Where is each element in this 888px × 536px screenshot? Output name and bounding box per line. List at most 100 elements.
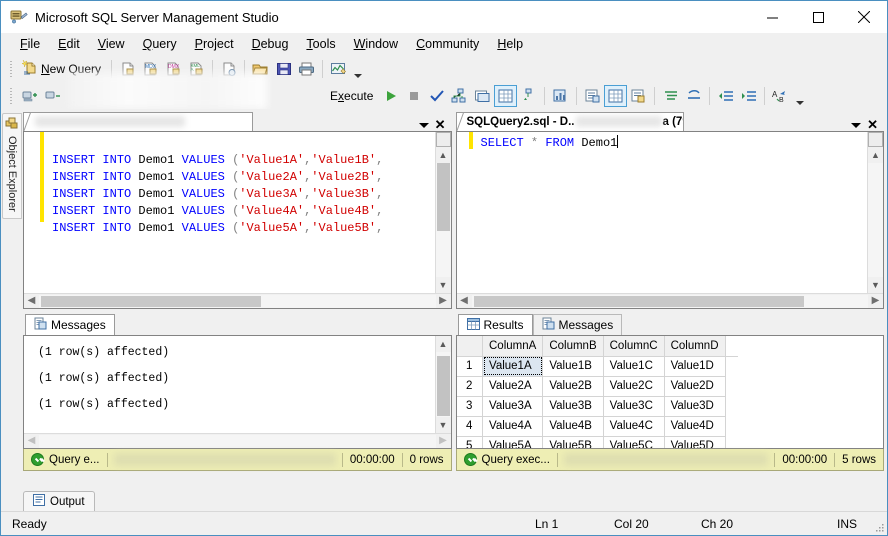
stop-button[interactable] xyxy=(402,85,425,107)
comment-lines-button[interactable] xyxy=(659,85,682,107)
column-header-d[interactable]: ColumnD xyxy=(663,336,726,357)
results-table[interactable]: ColumnA ColumnB ColumnC ColumnD 1 Value1… xyxy=(456,336,738,448)
tab-messages-right[interactable]: Messages xyxy=(532,314,623,335)
left-messages-vertical-scrollbar[interactable]: ▲ ▼ xyxy=(434,336,451,433)
resize-grip-icon[interactable] xyxy=(873,521,885,533)
table-row[interactable]: 5 Value5A Value5B Value5C Value5D xyxy=(456,435,738,448)
scroll-down-icon[interactable]: ▼ xyxy=(436,417,451,433)
tab-dropdown-icon[interactable] xyxy=(851,122,862,128)
cell-r5-columnd[interactable]: Value5D xyxy=(663,435,726,448)
cell-r3-columna[interactable]: Value3A xyxy=(481,395,544,417)
tab-close-icon[interactable]: ✕ xyxy=(867,118,878,131)
scroll-left-icon[interactable]: ◀ xyxy=(24,294,39,308)
table-row[interactable]: 1 Value1A Value1B Value1C Value1D xyxy=(456,355,738,377)
scroll-up-icon[interactable]: ▲ xyxy=(868,147,883,163)
cell-r4-columnb[interactable]: Value4B xyxy=(542,415,604,437)
results-to-text-button[interactable] xyxy=(581,85,604,107)
decrease-indent-button[interactable] xyxy=(714,85,737,107)
cell-r4-columna[interactable]: Value4A xyxy=(481,415,544,437)
scroll-down-icon[interactable]: ▼ xyxy=(868,277,883,293)
scroll-up-icon[interactable]: ▲ xyxy=(436,147,451,163)
left-messages-horizontal-scrollbar[interactable]: ◀ ▶ xyxy=(24,433,451,448)
results-to-file-button[interactable] xyxy=(627,85,650,107)
menu-file[interactable]: File xyxy=(11,35,49,53)
available-databases-combo[interactable] xyxy=(67,72,267,109)
menu-tools[interactable]: Tools xyxy=(297,35,344,53)
row-number[interactable]: 1 xyxy=(456,355,483,377)
right-vscroll-track[interactable] xyxy=(868,163,883,277)
column-header-b[interactable]: ColumnB xyxy=(542,336,604,357)
left-msg-hscroll-track[interactable] xyxy=(39,434,436,448)
minimize-button[interactable] xyxy=(749,1,795,33)
save-button[interactable] xyxy=(272,58,295,80)
right-hscroll-track[interactable] xyxy=(471,294,868,308)
left-document-tab[interactable] xyxy=(23,112,253,131)
left-vscroll-thumb[interactable] xyxy=(436,163,450,231)
cell-r3-columnb[interactable]: Value3B xyxy=(542,395,604,417)
right-document-tab[interactable]: SQLQuery2.sql - D.. a (79))* xyxy=(455,112,684,131)
maximize-button[interactable] xyxy=(795,1,841,33)
cell-r3-columnc[interactable]: Value3C xyxy=(602,395,665,417)
row-number[interactable]: 2 xyxy=(456,375,483,397)
left-hscroll-track[interactable] xyxy=(39,294,436,308)
results-grid[interactable]: ColumnA ColumnB ColumnC ColumnD 1 Value1… xyxy=(456,336,883,448)
activity-monitor-button[interactable] xyxy=(327,58,350,80)
menu-community[interactable]: Community xyxy=(407,35,488,53)
close-button[interactable] xyxy=(841,1,887,33)
menu-view[interactable]: View xyxy=(89,35,134,53)
scroll-right-icon[interactable]: ▶ xyxy=(436,294,451,308)
cell-r1-columnd[interactable]: Value1D xyxy=(663,355,726,377)
tab-dropdown-icon[interactable] xyxy=(418,122,429,128)
increase-indent-button[interactable] xyxy=(737,85,760,107)
table-row[interactable]: 3 Value3A Value3B Value3C Value3D xyxy=(456,395,738,417)
connect-button[interactable] xyxy=(19,85,42,107)
cell-r5-columnc[interactable]: Value5C xyxy=(602,435,665,448)
tab-close-icon[interactable]: ✕ xyxy=(435,118,446,131)
execute-play-button[interactable] xyxy=(379,85,402,107)
left-editor-vertical-scrollbar[interactable]: ▲ ▼ xyxy=(434,132,451,293)
table-row[interactable]: 2 Value2A Value2B Value2C Value2D xyxy=(456,375,738,397)
menu-help[interactable]: Help xyxy=(488,35,532,53)
row-number[interactable]: 5 xyxy=(456,435,483,448)
tab-output[interactable]: Output xyxy=(23,491,95,511)
row-number[interactable]: 3 xyxy=(456,395,483,417)
right-hscroll-thumb[interactable] xyxy=(473,295,804,307)
left-msg-vscroll-thumb[interactable] xyxy=(436,356,450,416)
tab-messages-left[interactable]: Messages xyxy=(25,314,115,335)
left-editor-text-area[interactable]: INSERT INTO Demo1 VALUES ('Value1A','Val… xyxy=(24,132,435,293)
right-editor-vertical-scrollbar[interactable]: ▲ ▼ xyxy=(867,132,883,293)
cell-r2-columnd[interactable]: Value2D xyxy=(663,375,726,397)
execute-button[interactable]: Execute xyxy=(327,85,379,107)
split-editor-handle[interactable] xyxy=(868,132,883,147)
menu-window[interactable]: Window xyxy=(345,35,407,53)
cell-r5-columnb[interactable]: Value5B xyxy=(542,435,604,448)
display-estimated-execution-plan-button[interactable] xyxy=(448,85,471,107)
right-sql-editor[interactable]: SELECT * FROM Demo1 ▲ ▼ ◀ ▶ xyxy=(455,131,884,309)
query-toolbar-overflow-button[interactable] xyxy=(794,85,806,107)
include-actual-execution-plan-button[interactable] xyxy=(517,85,540,107)
column-header-a[interactable]: ColumnA xyxy=(481,336,544,357)
cell-r1-columnb[interactable]: Value1B xyxy=(542,355,604,377)
menu-query[interactable]: Query xyxy=(134,35,186,53)
row-number-header[interactable] xyxy=(456,336,483,357)
results-to-grid-button[interactable] xyxy=(604,84,628,107)
menu-debug[interactable]: Debug xyxy=(243,35,298,53)
cell-r2-columnb[interactable]: Value2B xyxy=(542,375,604,397)
table-row[interactable]: 4 Value4A Value4B Value4C Value4D xyxy=(456,415,738,437)
change-connection-button[interactable] xyxy=(42,85,65,107)
scroll-up-icon[interactable]: ▲ xyxy=(436,336,451,352)
left-hscroll-thumb[interactable] xyxy=(41,295,261,307)
menu-project[interactable]: Project xyxy=(186,35,243,53)
toolbar-grip[interactable] xyxy=(8,87,16,105)
menu-edit[interactable]: Edit xyxy=(49,35,89,53)
scroll-down-icon[interactable]: ▼ xyxy=(436,277,451,293)
parse-button[interactable] xyxy=(425,85,448,107)
row-number[interactable]: 4 xyxy=(456,415,483,437)
left-vscroll-track[interactable] xyxy=(435,163,451,277)
right-editor-text-area[interactable]: SELECT * FROM Demo1 xyxy=(456,132,867,293)
results-to-grid-toggle[interactable] xyxy=(494,84,518,107)
left-msg-vscroll-track[interactable] xyxy=(435,352,451,417)
cell-r4-columnc[interactable]: Value4C xyxy=(602,415,665,437)
scroll-right-icon[interactable]: ▶ xyxy=(868,294,883,308)
cell-r1-columna[interactable]: Value1A xyxy=(481,355,544,377)
